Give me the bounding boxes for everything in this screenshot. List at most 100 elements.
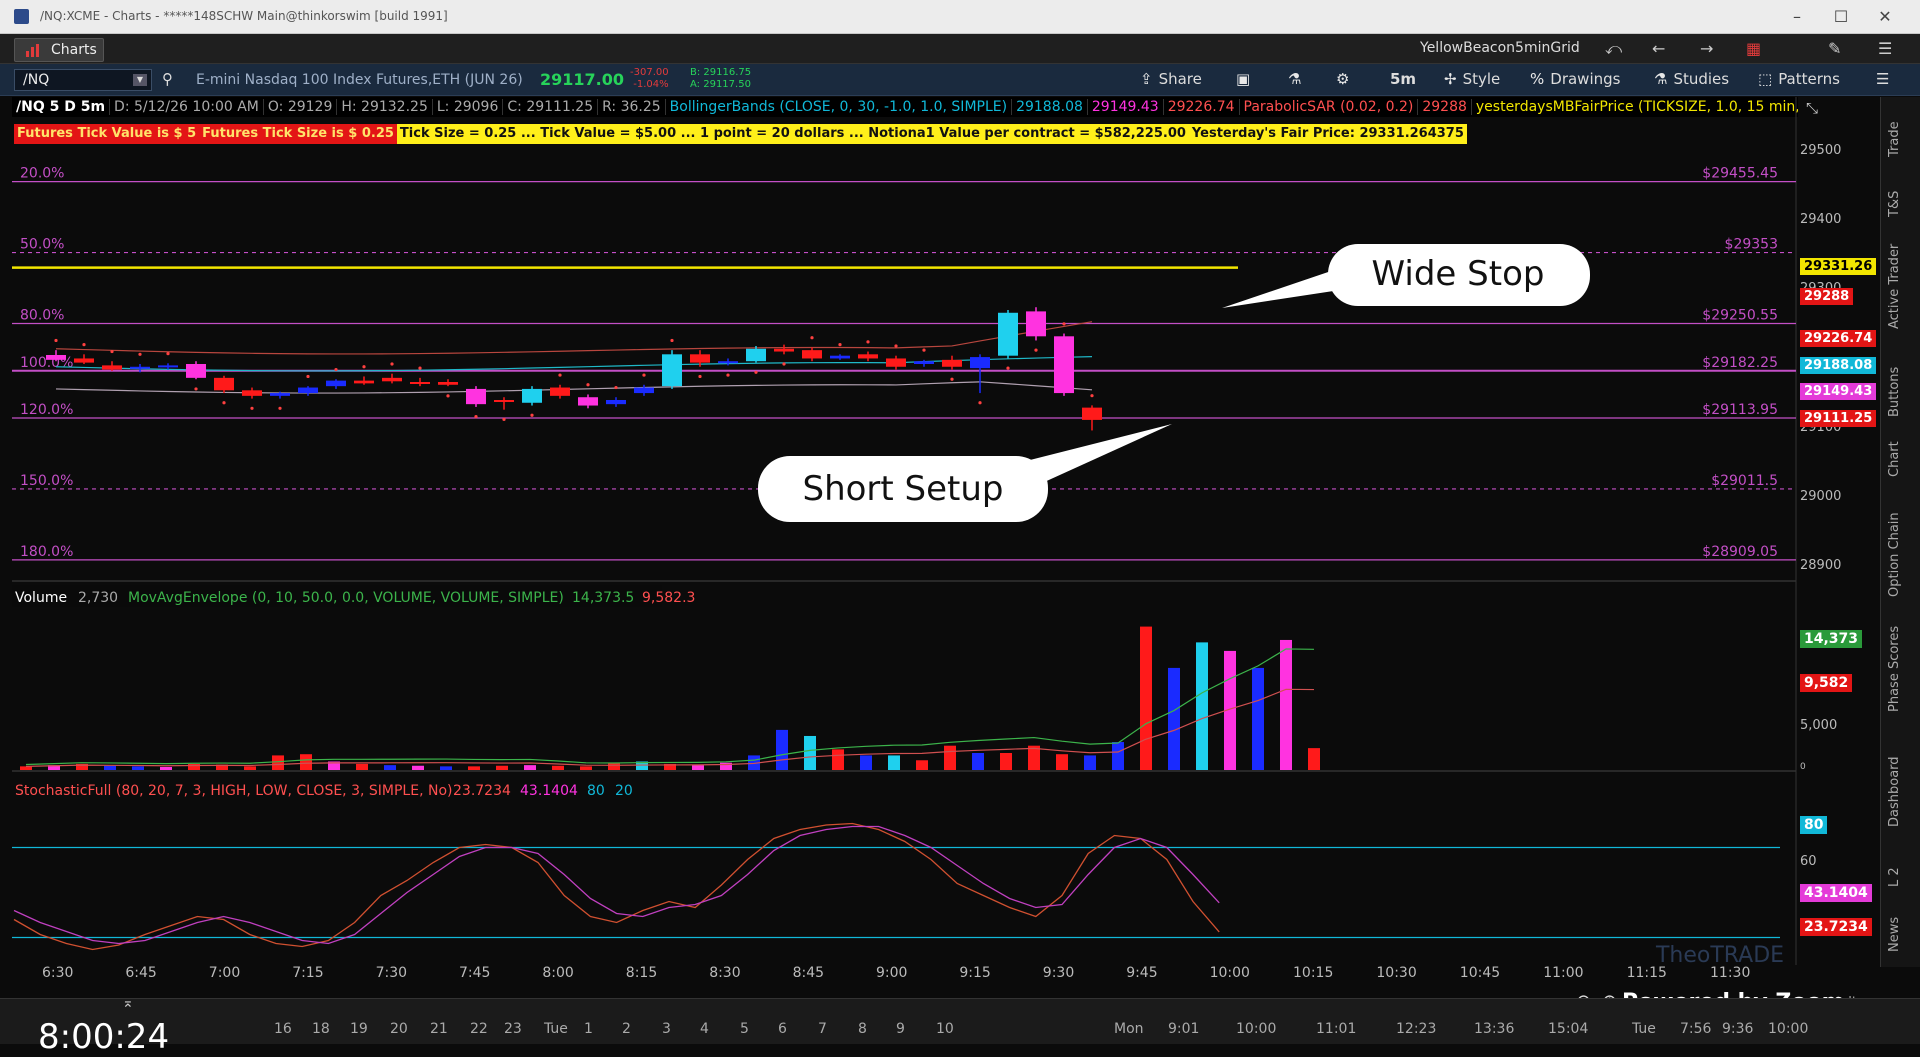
navigator-label: 19 xyxy=(350,1021,368,1037)
navigator-label: 10 xyxy=(936,1021,954,1037)
candle-body xyxy=(298,387,318,394)
volume-bar xyxy=(972,752,984,770)
candle-body xyxy=(942,359,962,367)
volume-bar xyxy=(300,754,312,770)
sar-dot xyxy=(726,373,730,377)
sar-dot xyxy=(782,362,786,366)
volume-bar xyxy=(1028,745,1040,770)
time-axis: 6:30 6:45 7:00 7:15 7:30 7:45 8:00 8:15 8:30 8:45… xyxy=(0,965,1796,987)
volume-upper-badge: 14,373 xyxy=(1800,630,1863,648)
price-badge: 29331.26 xyxy=(1800,257,1877,275)
sar-dot xyxy=(754,370,758,374)
volume-bar xyxy=(888,755,900,770)
time-axis-label: 9:45 xyxy=(1126,965,1158,981)
fib-price-label: $29011.5 xyxy=(1711,473,1778,489)
navigator-label: 7:56 xyxy=(1680,1021,1712,1037)
volume-bar xyxy=(944,745,956,770)
fib-price-label: $29113.95 xyxy=(1702,402,1778,418)
price-badge: 29226.74 xyxy=(1800,329,1877,347)
sidebar-tab[interactable]: Active Trader xyxy=(1887,244,1902,329)
callouts: Wide Stop Short Setup xyxy=(758,244,1590,522)
sar-dot xyxy=(810,336,814,340)
time-axis-label: 7:15 xyxy=(292,965,324,981)
candle-body xyxy=(1026,311,1046,337)
navigator-label: 9:01 xyxy=(1168,1021,1200,1037)
volume-bar xyxy=(552,765,564,770)
sidebar-tab[interactable]: T&S xyxy=(1887,189,1902,217)
expand-up-icon[interactable]: ⌅ xyxy=(122,995,134,1011)
candle-body xyxy=(242,390,262,396)
time-axis-label: 10:00 xyxy=(1209,965,1250,981)
volume-scale[interactable]: 14,373 9,582 5,000 0 xyxy=(1796,610,1880,780)
candle-body xyxy=(802,350,822,359)
candle-body xyxy=(186,364,206,378)
candle-body xyxy=(970,357,990,369)
sidebar-tab[interactable]: Phase Scores xyxy=(1887,626,1902,712)
candle-body xyxy=(886,358,906,367)
stoch-d-badge: 43.1404 xyxy=(1800,884,1872,902)
stoch-scale-60: 60 xyxy=(1800,854,1817,869)
volume-scale-5000: 5,000 xyxy=(1800,718,1838,733)
video-clock: 8:00:24 xyxy=(38,1017,170,1057)
sar-dot xyxy=(642,373,646,377)
time-axis-label: 7:45 xyxy=(459,965,491,981)
candle-body xyxy=(102,365,122,370)
fib-pct-label: 20.0% xyxy=(20,166,64,182)
sidebar-tab[interactable]: Chart xyxy=(1887,441,1902,477)
volume-bar xyxy=(580,766,592,770)
sar-dot xyxy=(614,385,618,390)
candle-body xyxy=(634,387,654,394)
candle-body xyxy=(382,377,402,382)
date-navigator[interactable]: 16 18 19 20 21 22 23 Tue 1 2 3 4 5 6 7 8 9 10 Mon 9:01 10:00… xyxy=(248,1001,1888,1037)
sidebar-tab[interactable]: Option Chain xyxy=(1887,512,1902,597)
sidebar-tab[interactable]: L 2 xyxy=(1887,859,1902,887)
stochastic-ob-value: 80 xyxy=(587,783,605,799)
fib-pct-label: 150.0% xyxy=(20,473,73,489)
sar-dot xyxy=(502,417,506,421)
price-scale-label: 29500 xyxy=(1800,142,1842,158)
navigator-label: 23 xyxy=(504,1021,522,1037)
time-axis-label: 9:30 xyxy=(1042,965,1075,981)
stoch-k-badge: 23.7234 xyxy=(1800,918,1872,936)
navigator-label: 4 xyxy=(700,1021,709,1037)
candle-body xyxy=(550,387,570,396)
price-scale-label: 28900 xyxy=(1800,558,1842,574)
sar-dot xyxy=(866,340,870,344)
candle-body xyxy=(830,355,850,359)
stochastic-scale[interactable]: 80 60 43.1404 23.7234 xyxy=(1796,810,1880,960)
navigator-label: 15:04 xyxy=(1548,1021,1589,1037)
sar-dot xyxy=(390,362,394,366)
candle-body xyxy=(914,361,934,364)
volume-bar xyxy=(524,765,536,770)
sar-dot xyxy=(698,374,702,379)
sidebar-tab[interactable]: Buttons xyxy=(1887,367,1902,417)
volume-bar xyxy=(356,763,368,770)
sidebar-tab[interactable]: News xyxy=(1887,917,1902,952)
fib-pct-label: 80.0% xyxy=(20,307,64,323)
candle-body xyxy=(438,382,458,385)
sar-dot xyxy=(306,374,310,379)
candle-body xyxy=(662,354,682,387)
price-scale[interactable]: 29500294002930029100290002890029331.2629… xyxy=(1796,130,1880,580)
volume-bar xyxy=(1112,742,1124,770)
candle-body xyxy=(46,355,66,360)
bb-middle-line xyxy=(55,355,1093,372)
sar-dot xyxy=(194,387,198,391)
stochastic-label: StochasticFull (80, 20, 7, 3, HIGH, LOW,… xyxy=(15,783,452,799)
candle-body xyxy=(718,361,738,364)
time-axis-label: 6:45 xyxy=(125,965,157,981)
wide-stop-callout-text: Wide Stop xyxy=(1372,254,1545,294)
chart-panels[interactable]: 20.0% $29455.45 50.0% $29353 80.0% $29250.55 1… xyxy=(0,0,1920,1044)
volume-bar xyxy=(916,760,928,770)
sidebar-tab[interactable]: Trade xyxy=(1887,121,1902,157)
sar-dot xyxy=(362,365,366,369)
bottom-bar: ⌅ 8:00:24 16 18 19 20 21 22 23 Tue 1 2 3 4 5 6 7 8 9 10 Mo… xyxy=(0,995,1920,1057)
volume-bar xyxy=(776,729,788,770)
navigator-label: 21 xyxy=(430,1021,448,1037)
volume-bar xyxy=(412,765,424,770)
sidebar-tab[interactable]: Dashboard xyxy=(1887,756,1902,827)
navigator-label: 5 xyxy=(740,1021,749,1037)
stochastic-os-value: 20 xyxy=(615,783,633,799)
time-axis-label: 8:30 xyxy=(709,965,741,981)
volume-bar xyxy=(384,765,396,770)
